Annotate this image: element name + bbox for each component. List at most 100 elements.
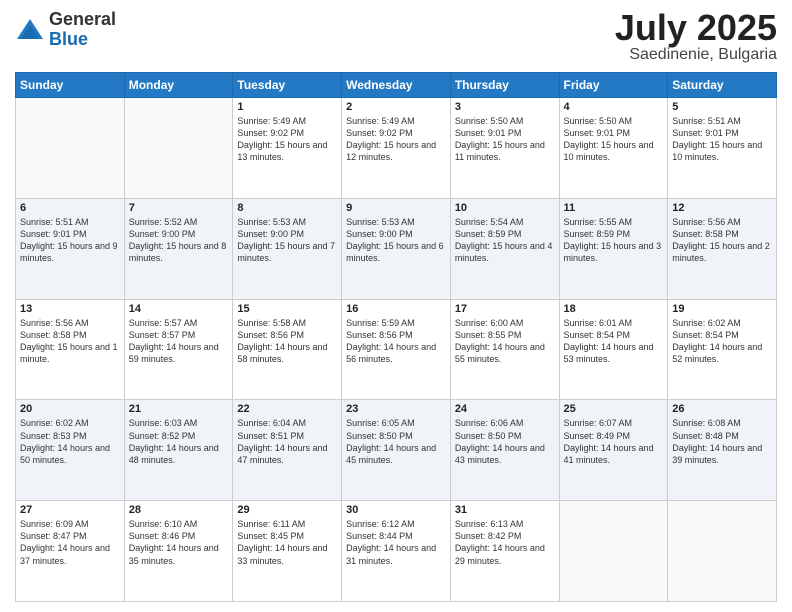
calendar-cell: 31 Sunrise: 6:13 AM Sunset: 8:42 PM Dayli… bbox=[450, 501, 559, 602]
day-info: Sunrise: 6:08 AM Sunset: 8:48 PM Dayligh… bbox=[672, 417, 772, 466]
calendar-cell: 4 Sunrise: 5:50 AM Sunset: 9:01 PM Daylig… bbox=[559, 98, 668, 199]
day-number: 27 bbox=[20, 504, 120, 516]
day-info: Sunrise: 6:01 AM Sunset: 8:54 PM Dayligh… bbox=[564, 317, 664, 366]
day-number: 21 bbox=[129, 403, 229, 415]
calendar-cell: 24Sunrise: 6:06 AM Sunset: 8:50 PM Dayli… bbox=[450, 400, 559, 501]
day-number: 4 bbox=[564, 101, 664, 113]
day-number: 14 bbox=[129, 303, 229, 315]
weekday-header: Sunday bbox=[16, 73, 125, 98]
day-number: 12 bbox=[672, 202, 772, 214]
calendar-cell: 11 Sunrise: 5:55 AM Sunset: 8:59 PM Dayli… bbox=[559, 198, 668, 299]
day-info: Sunrise: 5:59 AM Sunset: 8:56 PM Dayligh… bbox=[346, 317, 446, 366]
day-number: 15 bbox=[237, 303, 337, 315]
calendar-cell: 29Sunrise: 6:11 AM Sunset: 8:45 PM Dayli… bbox=[233, 501, 342, 602]
weekday-header: Wednesday bbox=[342, 73, 451, 98]
calendar-cell: 10Sunrise: 5:54 AM Sunset: 8:59 PM Dayli… bbox=[450, 198, 559, 299]
calendar-cell: 18 Sunrise: 6:01 AM Sunset: 8:54 PM Dayli… bbox=[559, 299, 668, 400]
day-info: Sunrise: 6:10 AM Sunset: 8:46 PM Dayligh… bbox=[129, 518, 229, 567]
day-number: 6 bbox=[20, 202, 120, 214]
day-number: 22 bbox=[237, 403, 337, 415]
day-number: 31 bbox=[455, 504, 555, 516]
day-info: Sunrise: 5:56 AM Sunset: 8:58 PM Dayligh… bbox=[672, 216, 772, 265]
calendar-cell: 20Sunrise: 6:02 AM Sunset: 8:53 PM Dayli… bbox=[16, 400, 125, 501]
calendar-cell: 19 Sunrise: 6:02 AM Sunset: 8:54 PM Dayli… bbox=[668, 299, 777, 400]
day-number: 10 bbox=[455, 202, 555, 214]
day-number: 2 bbox=[346, 101, 446, 113]
logo-text: General Blue bbox=[49, 10, 116, 50]
calendar-cell: 13Sunrise: 5:56 AM Sunset: 8:58 PM Dayli… bbox=[16, 299, 125, 400]
weekday-header: Thursday bbox=[450, 73, 559, 98]
calendar-cell: 8 Sunrise: 5:53 AM Sunset: 9:00 PM Daylig… bbox=[233, 198, 342, 299]
weekday-header: Tuesday bbox=[233, 73, 342, 98]
day-number: 25 bbox=[564, 403, 664, 415]
logo-icon bbox=[15, 15, 45, 45]
day-info: Sunrise: 6:03 AM Sunset: 8:52 PM Dayligh… bbox=[129, 417, 229, 466]
day-number: 11 bbox=[564, 202, 664, 214]
day-info: Sunrise: 5:50 AM Sunset: 9:01 PM Dayligh… bbox=[564, 115, 664, 164]
day-info: Sunrise: 5:52 AM Sunset: 9:00 PM Dayligh… bbox=[129, 216, 229, 265]
day-info: Sunrise: 6:05 AM Sunset: 8:50 PM Dayligh… bbox=[346, 417, 446, 466]
day-info: Sunrise: 5:53 AM Sunset: 9:00 PM Dayligh… bbox=[346, 216, 446, 265]
calendar-week-row: 27Sunrise: 6:09 AM Sunset: 8:47 PM Dayli… bbox=[16, 501, 777, 602]
calendar-table: SundayMondayTuesdayWednesdayThursdayFrid… bbox=[15, 72, 777, 602]
header: General Blue July 2025 Saedinenie, Bulga… bbox=[15, 10, 777, 64]
month-title: July 2025 bbox=[615, 10, 777, 46]
calendar-cell: 12 Sunrise: 5:56 AM Sunset: 8:58 PM Dayli… bbox=[668, 198, 777, 299]
calendar-cell: 25Sunrise: 6:07 AM Sunset: 8:49 PM Dayli… bbox=[559, 400, 668, 501]
day-number: 30 bbox=[346, 504, 446, 516]
weekday-header: Monday bbox=[124, 73, 233, 98]
day-number: 20 bbox=[20, 403, 120, 415]
calendar-cell: 17Sunrise: 6:00 AM Sunset: 8:55 PM Dayli… bbox=[450, 299, 559, 400]
day-number: 16 bbox=[346, 303, 446, 315]
day-number: 29 bbox=[237, 504, 337, 516]
calendar-cell: 23 Sunrise: 6:05 AM Sunset: 8:50 PM Dayli… bbox=[342, 400, 451, 501]
day-number: 5 bbox=[672, 101, 772, 113]
calendar-cell bbox=[16, 98, 125, 199]
calendar-cell: 15 Sunrise: 5:58 AM Sunset: 8:56 PM Dayli… bbox=[233, 299, 342, 400]
day-number: 8 bbox=[237, 202, 337, 214]
calendar-cell: 22Sunrise: 6:04 AM Sunset: 8:51 PM Dayli… bbox=[233, 400, 342, 501]
calendar-cell bbox=[124, 98, 233, 199]
title-area: July 2025 Saedinenie, Bulgaria bbox=[615, 10, 777, 64]
calendar-cell: 5Sunrise: 5:51 AM Sunset: 9:01 PM Daylig… bbox=[668, 98, 777, 199]
logo-blue-text: Blue bbox=[49, 30, 116, 50]
calendar-cell bbox=[668, 501, 777, 602]
weekday-header-row: SundayMondayTuesdayWednesdayThursdayFrid… bbox=[16, 73, 777, 98]
logo: General Blue bbox=[15, 10, 116, 50]
day-number: 1 bbox=[237, 101, 337, 113]
day-number: 19 bbox=[672, 303, 772, 315]
day-number: 7 bbox=[129, 202, 229, 214]
calendar-week-row: 6 Sunrise: 5:51 AM Sunset: 9:01 PM Daylig… bbox=[16, 198, 777, 299]
day-info: Sunrise: 6:02 AM Sunset: 8:54 PM Dayligh… bbox=[672, 317, 772, 366]
weekday-header: Saturday bbox=[668, 73, 777, 98]
calendar-cell: 3Sunrise: 5:50 AM Sunset: 9:01 PM Daylig… bbox=[450, 98, 559, 199]
day-info: Sunrise: 6:00 AM Sunset: 8:55 PM Dayligh… bbox=[455, 317, 555, 366]
day-number: 23 bbox=[346, 403, 446, 415]
calendar-cell: 7 Sunrise: 5:52 AM Sunset: 9:00 PM Daylig… bbox=[124, 198, 233, 299]
calendar-cell: 14 Sunrise: 5:57 AM Sunset: 8:57 PM Dayli… bbox=[124, 299, 233, 400]
day-info: Sunrise: 6:13 AM Sunset: 8:42 PM Dayligh… bbox=[455, 518, 555, 567]
calendar-cell: 2 Sunrise: 5:49 AM Sunset: 9:02 PM Daylig… bbox=[342, 98, 451, 199]
calendar-week-row: 13Sunrise: 5:56 AM Sunset: 8:58 PM Dayli… bbox=[16, 299, 777, 400]
day-number: 18 bbox=[564, 303, 664, 315]
weekday-header: Friday bbox=[559, 73, 668, 98]
calendar-week-row: 20Sunrise: 6:02 AM Sunset: 8:53 PM Dayli… bbox=[16, 400, 777, 501]
day-info: Sunrise: 5:51 AM Sunset: 9:01 PM Dayligh… bbox=[20, 216, 120, 265]
calendar-cell bbox=[559, 501, 668, 602]
day-info: Sunrise: 5:57 AM Sunset: 8:57 PM Dayligh… bbox=[129, 317, 229, 366]
day-number: 24 bbox=[455, 403, 555, 415]
logo-general-text: General bbox=[49, 10, 116, 30]
day-info: Sunrise: 5:53 AM Sunset: 9:00 PM Dayligh… bbox=[237, 216, 337, 265]
day-info: Sunrise: 5:58 AM Sunset: 8:56 PM Dayligh… bbox=[237, 317, 337, 366]
calendar-cell: 16 Sunrise: 5:59 AM Sunset: 8:56 PM Dayli… bbox=[342, 299, 451, 400]
day-info: Sunrise: 5:55 AM Sunset: 8:59 PM Dayligh… bbox=[564, 216, 664, 265]
calendar-cell: 30Sunrise: 6:12 AM Sunset: 8:44 PM Dayli… bbox=[342, 501, 451, 602]
page: General Blue July 2025 Saedinenie, Bulga… bbox=[0, 0, 792, 612]
day-number: 13 bbox=[20, 303, 120, 315]
day-number: 28 bbox=[129, 504, 229, 516]
calendar-cell: 21 Sunrise: 6:03 AM Sunset: 8:52 PM Dayli… bbox=[124, 400, 233, 501]
calendar-week-row: 1 Sunrise: 5:49 AM Sunset: 9:02 PM Daylig… bbox=[16, 98, 777, 199]
day-info: Sunrise: 5:49 AM Sunset: 9:02 PM Dayligh… bbox=[346, 115, 446, 164]
day-info: Sunrise: 5:49 AM Sunset: 9:02 PM Dayligh… bbox=[237, 115, 337, 164]
day-number: 26 bbox=[672, 403, 772, 415]
